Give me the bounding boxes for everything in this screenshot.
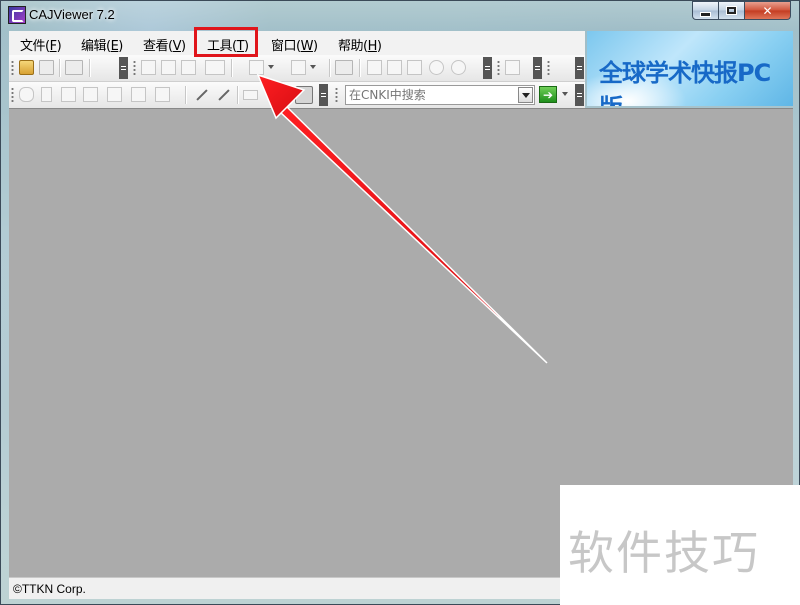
toolbar-overflow-button[interactable] [575, 57, 584, 79]
hand-icon[interactable] [19, 87, 34, 102]
toolbar-grip[interactable] [497, 60, 500, 76]
toolbar-overflow-button[interactable] [119, 57, 128, 79]
text-select-icon[interactable] [61, 87, 76, 102]
promo-banner[interactable]: 全球学术快报PC版 [587, 31, 793, 106]
tools-menu-highlight [194, 27, 258, 57]
chevron-down-icon[interactable] [268, 65, 274, 69]
window-title: CAJViewer 7.2 [29, 7, 115, 22]
title-bar[interactable]: CAJViewer 7.2 ✕ [1, 1, 799, 29]
cnki-search-input[interactable] [349, 87, 515, 103]
ocr-icon[interactable] [107, 87, 122, 102]
menu-view[interactable]: 查看(V) [143, 35, 186, 54]
print-icon[interactable] [65, 60, 83, 75]
two-page-icon[interactable] [205, 60, 225, 75]
toolbar-overflow-button[interactable] [533, 57, 542, 79]
main-toolbar [9, 55, 585, 82]
close-button[interactable]: ✕ [745, 1, 791, 20]
search-dropdown-button[interactable] [518, 87, 533, 103]
toolbar-grip[interactable] [335, 87, 338, 103]
maximize-button[interactable] [719, 1, 745, 20]
menu-help[interactable]: 帮助(H) [338, 35, 382, 54]
minimize-icon [700, 11, 711, 17]
actual-size-icon[interactable] [407, 60, 422, 75]
save-icon[interactable] [39, 60, 54, 75]
pointer-icon[interactable] [41, 87, 52, 102]
toolbar-separator [89, 59, 91, 77]
toolbar-overflow-button[interactable] [575, 84, 584, 106]
toolbar-separator [329, 59, 331, 77]
close-icon: ✕ [762, 3, 773, 18]
grid-view-icon[interactable] [181, 60, 196, 75]
single-page-icon[interactable] [161, 60, 176, 75]
maximize-icon [727, 7, 736, 14]
minimize-button[interactable] [692, 1, 719, 20]
open-folder-icon[interactable] [19, 60, 34, 75]
chevron-down-icon[interactable] [562, 92, 568, 96]
app-icon [8, 6, 26, 24]
select-text-icon[interactable] [249, 60, 264, 75]
toolbar-separator [185, 86, 187, 104]
line-tool-icon[interactable] [196, 89, 208, 101]
toolbar-separator [359, 59, 361, 77]
toolbar-separator [59, 59, 61, 77]
menu-bar: 文件(F) 编辑(E) 查看(V) 工具(T) 窗口(W) 帮助(H) [9, 31, 585, 55]
menu-edit[interactable]: 编辑(E) [81, 35, 123, 54]
image-select-icon[interactable] [83, 87, 98, 102]
toolbar-overflow-button[interactable] [483, 57, 492, 79]
fit-width-icon[interactable] [387, 60, 402, 75]
toolbar-separator [231, 59, 233, 77]
redo-icon[interactable] [155, 87, 170, 102]
pencil-icon[interactable] [218, 89, 230, 101]
fullscreen-icon[interactable] [335, 60, 353, 75]
menu-window[interactable]: 窗口(W) [271, 35, 318, 54]
status-text: ©TTKN Corp. [13, 582, 86, 596]
watermark-text: 软件技巧 [568, 526, 760, 580]
chevron-down-icon[interactable] [310, 65, 316, 69]
banner-text: 全球学术快报PC版 [599, 59, 771, 106]
page-icon[interactable] [141, 60, 156, 75]
toolbar-grip[interactable] [547, 60, 550, 76]
toolbar-grip[interactable] [133, 60, 136, 76]
chevron-down-icon [521, 92, 530, 98]
toolbar-grip[interactable] [11, 87, 14, 103]
snapshot-icon[interactable] [291, 60, 306, 75]
arrow-right-icon: ➔ [542, 87, 554, 102]
tools-toolbar: ➔ [9, 82, 585, 109]
rectangle-tool-icon[interactable] [243, 90, 258, 100]
fit-page-icon[interactable] [367, 60, 382, 75]
menu-file[interactable]: 文件(F) [20, 35, 62, 54]
watermark-panel: 软件技巧 [560, 485, 800, 605]
undo-icon[interactable] [131, 87, 146, 102]
first-page-icon[interactable] [505, 60, 520, 75]
toolbar-separator [237, 86, 239, 104]
highlighter-icon[interactable] [295, 86, 313, 104]
zoom-out-icon[interactable] [451, 60, 466, 75]
toolbar-overflow-button[interactable] [319, 84, 328, 106]
search-go-button[interactable]: ➔ [539, 86, 557, 103]
zoom-in-icon[interactable] [429, 60, 444, 75]
cnki-search-box [345, 85, 535, 105]
toolbar-grip[interactable] [11, 60, 14, 76]
window-controls: ✕ [692, 1, 791, 20]
